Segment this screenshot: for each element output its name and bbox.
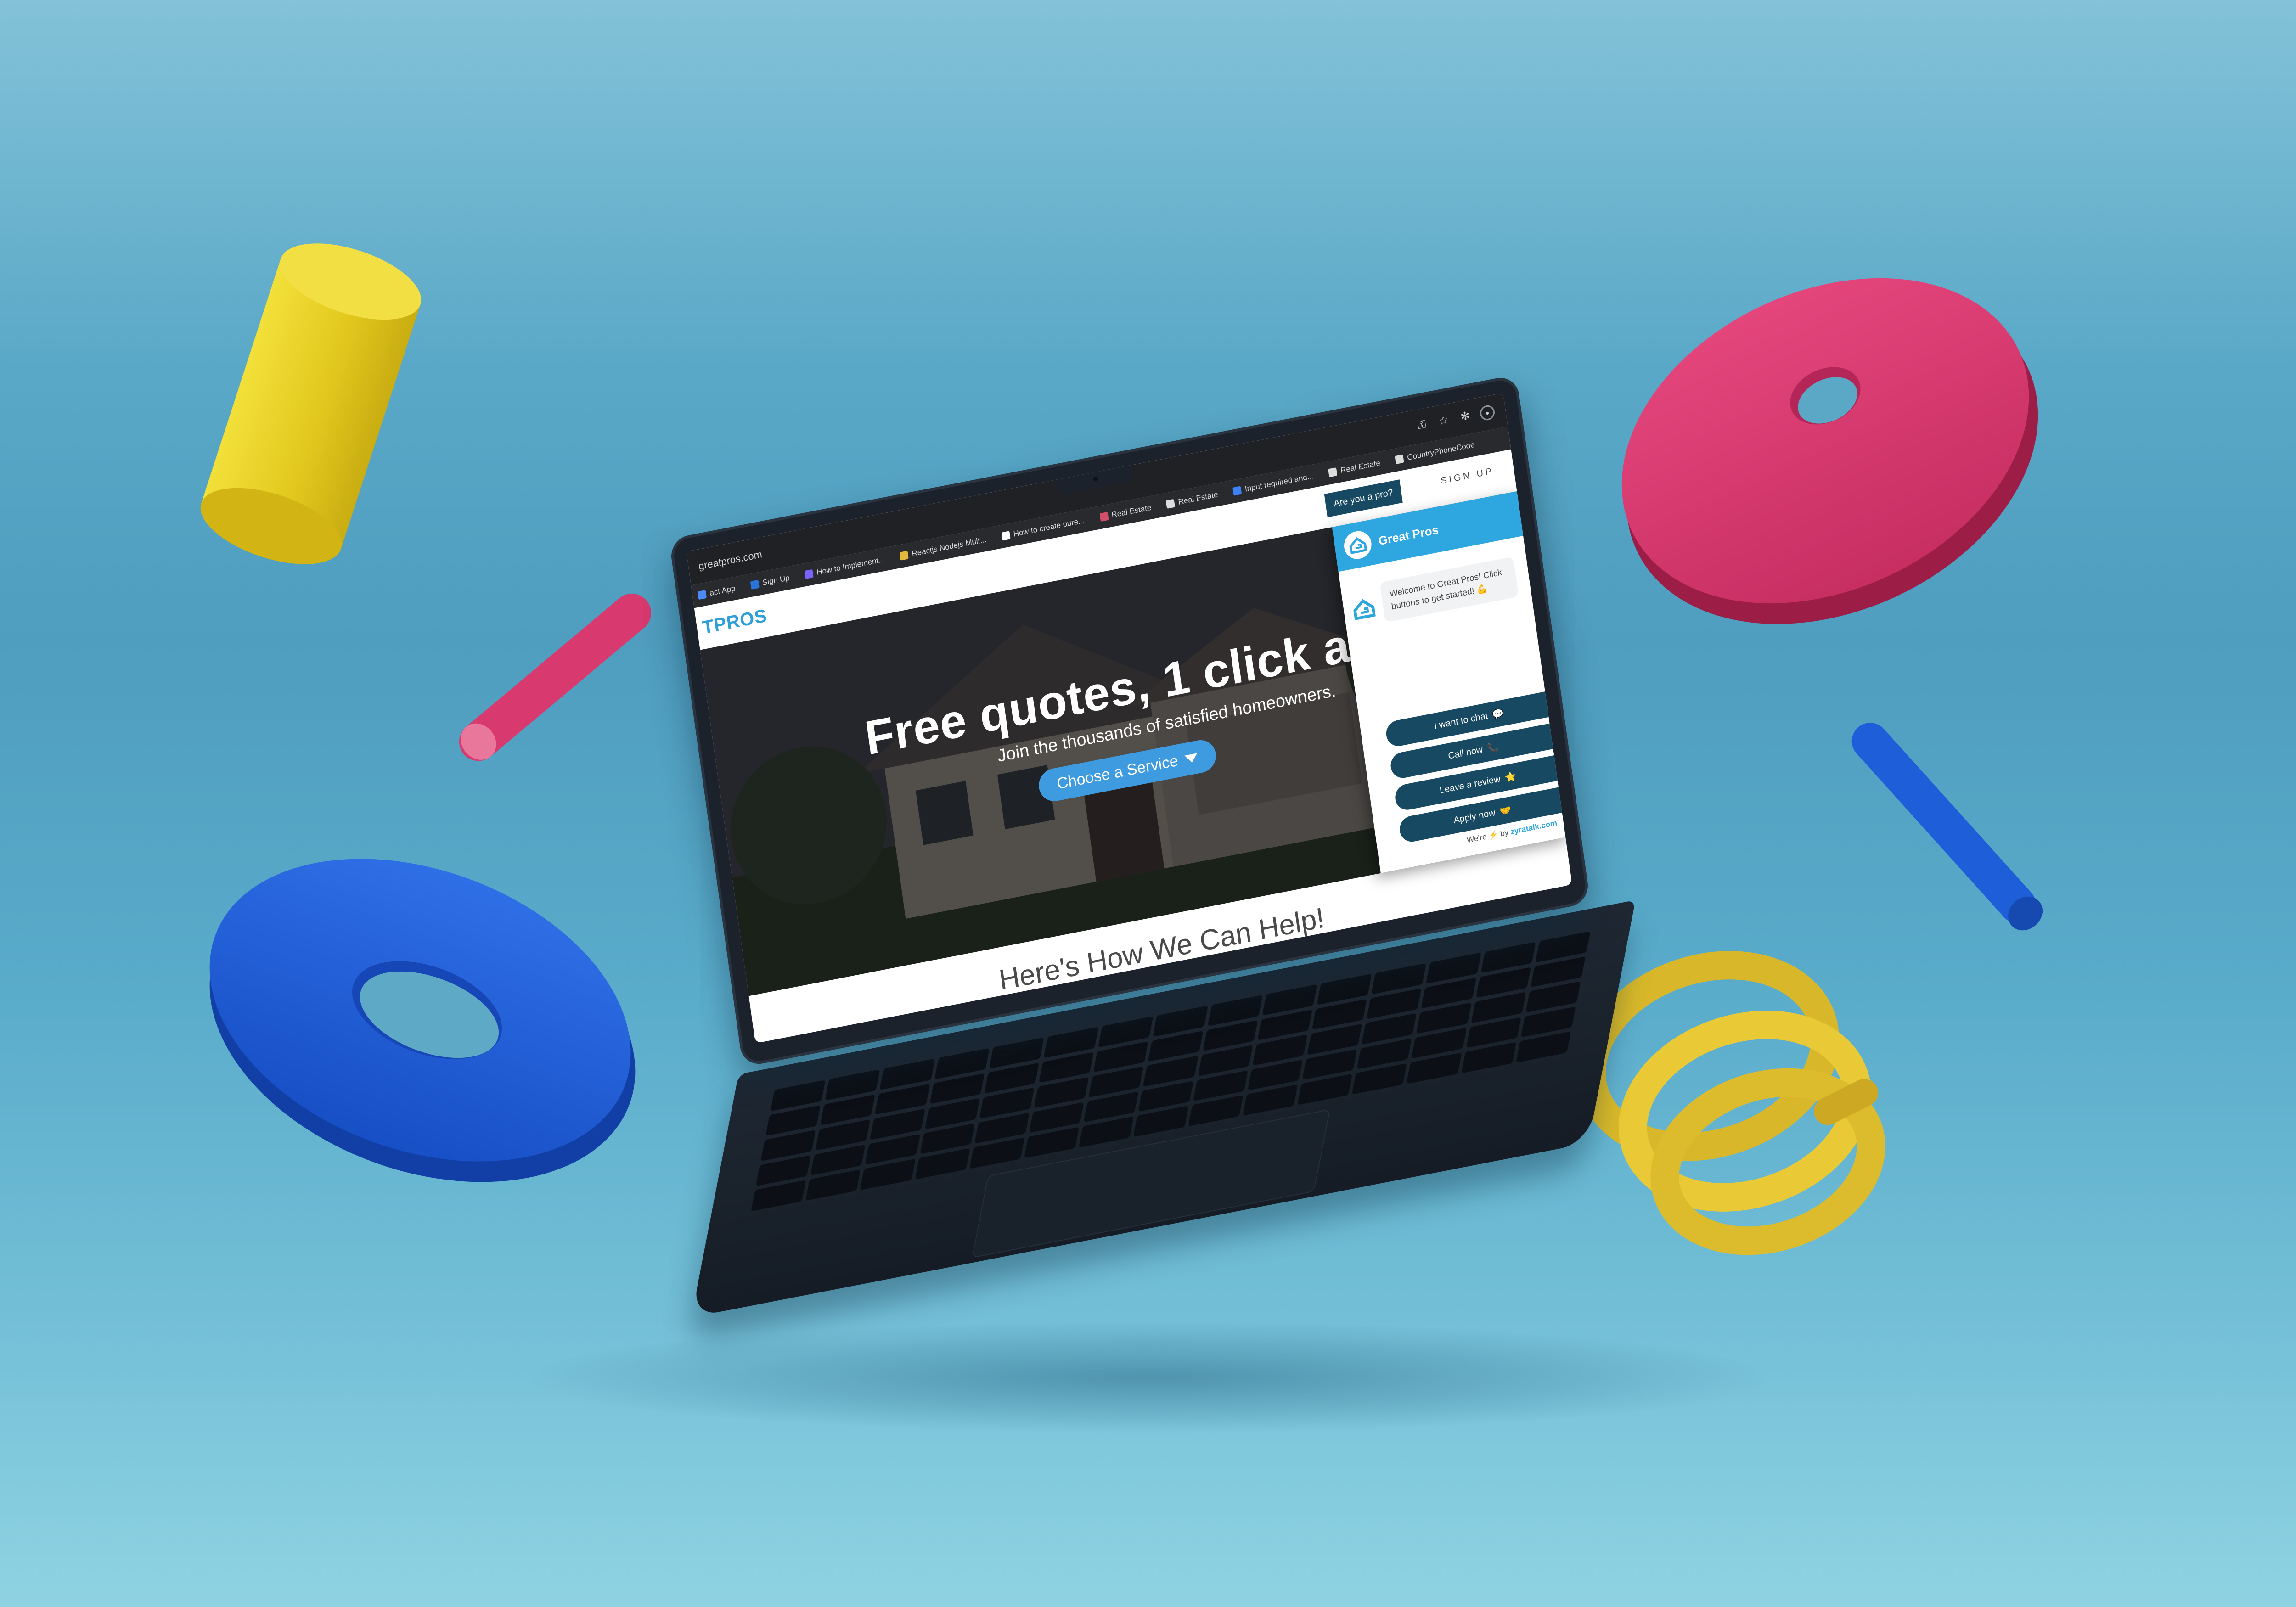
phone-icon: 📞 — [1486, 742, 1499, 754]
url-text[interactable]: greatpros.com — [698, 548, 763, 573]
bookmark-label: Sign Up — [761, 573, 790, 588]
bookmark-favicon-icon — [1166, 499, 1176, 509]
blue-rod — [1851, 723, 2043, 931]
bookmark-favicon-icon — [1395, 454, 1404, 464]
bot-avatar — [1350, 594, 1379, 624]
are-you-a-pro-button[interactable]: Are you a pro? — [1324, 479, 1403, 517]
house-logo-icon — [1349, 537, 1367, 555]
bookmark-favicon-icon — [900, 551, 909, 561]
house-logo-icon — [1353, 599, 1376, 621]
chat-action-label: Call now — [1447, 744, 1484, 761]
chat-action-label: I want to chat — [1433, 710, 1489, 731]
bookmark-favicon-icon — [1328, 467, 1338, 478]
bookmark-item[interactable]: Real Estate — [1328, 459, 1381, 478]
bookmark-label: Real Estate — [1111, 503, 1152, 520]
bookmark-item[interactable]: Sign Up — [750, 573, 790, 590]
bookmark-favicon-icon — [697, 590, 707, 600]
chat-title: Great Pros — [1377, 522, 1440, 548]
bookmark-favicon-icon — [1001, 531, 1011, 541]
bookmark-favicon-icon — [1232, 486, 1242, 496]
profile-icon[interactable]: ● — [1479, 404, 1496, 421]
bookmark-item[interactable]: act App — [697, 584, 736, 601]
pink-rod — [459, 593, 651, 761]
extension-icon[interactable]: ✻ — [1458, 409, 1473, 425]
chat-actions: I want to chat 💬 Call now 📞 Leave a review… — [1384, 691, 1567, 844]
bookmark-label: act App — [709, 584, 736, 598]
site-logo[interactable]: TPROS — [701, 605, 768, 638]
bookmark-label: Real Estate — [1340, 458, 1381, 475]
bookmark-favicon-icon — [1099, 511, 1109, 522]
chat-action-label: Apply now — [1453, 807, 1496, 826]
browser-toolbar-icons: ⚿ ☆ ✻ ● — [1414, 404, 1496, 434]
bookmark-favicon-icon — [750, 579, 760, 590]
bookmark-favicon-icon — [804, 569, 814, 579]
sign-up-link[interactable]: SIGN UP — [1440, 466, 1494, 487]
chat-footer-prefix: We're — [1466, 832, 1487, 845]
lightning-icon: ⚡ — [1488, 830, 1499, 841]
chat-action-label: Leave a review — [1439, 773, 1501, 796]
blue-disk — [209, 859, 636, 1182]
caret-down-icon — [1184, 753, 1199, 764]
chat-avatar — [1342, 528, 1373, 562]
password-key-icon[interactable]: ⚿ — [1414, 417, 1430, 433]
star-icon: ⭐ — [1504, 771, 1517, 783]
chat-footer-by: by — [1500, 828, 1509, 838]
bookmark-item[interactable]: Real Estate — [1099, 503, 1152, 523]
star-bookmark-icon[interactable]: ☆ — [1436, 413, 1452, 429]
chat-message: Welcome to Great Pros! Click buttons to … — [1379, 556, 1519, 623]
speech-bubble-icon: 💬 — [1491, 708, 1504, 720]
pink-disk — [1621, 278, 2038, 624]
bookmark-label: Real Estate — [1177, 490, 1219, 506]
handshake-icon: 🤝 — [1499, 804, 1512, 817]
bookmark-item[interactable]: Real Estate — [1166, 490, 1219, 509]
yellow-cylinder — [200, 243, 422, 564]
camera-icon — [1093, 476, 1098, 482]
